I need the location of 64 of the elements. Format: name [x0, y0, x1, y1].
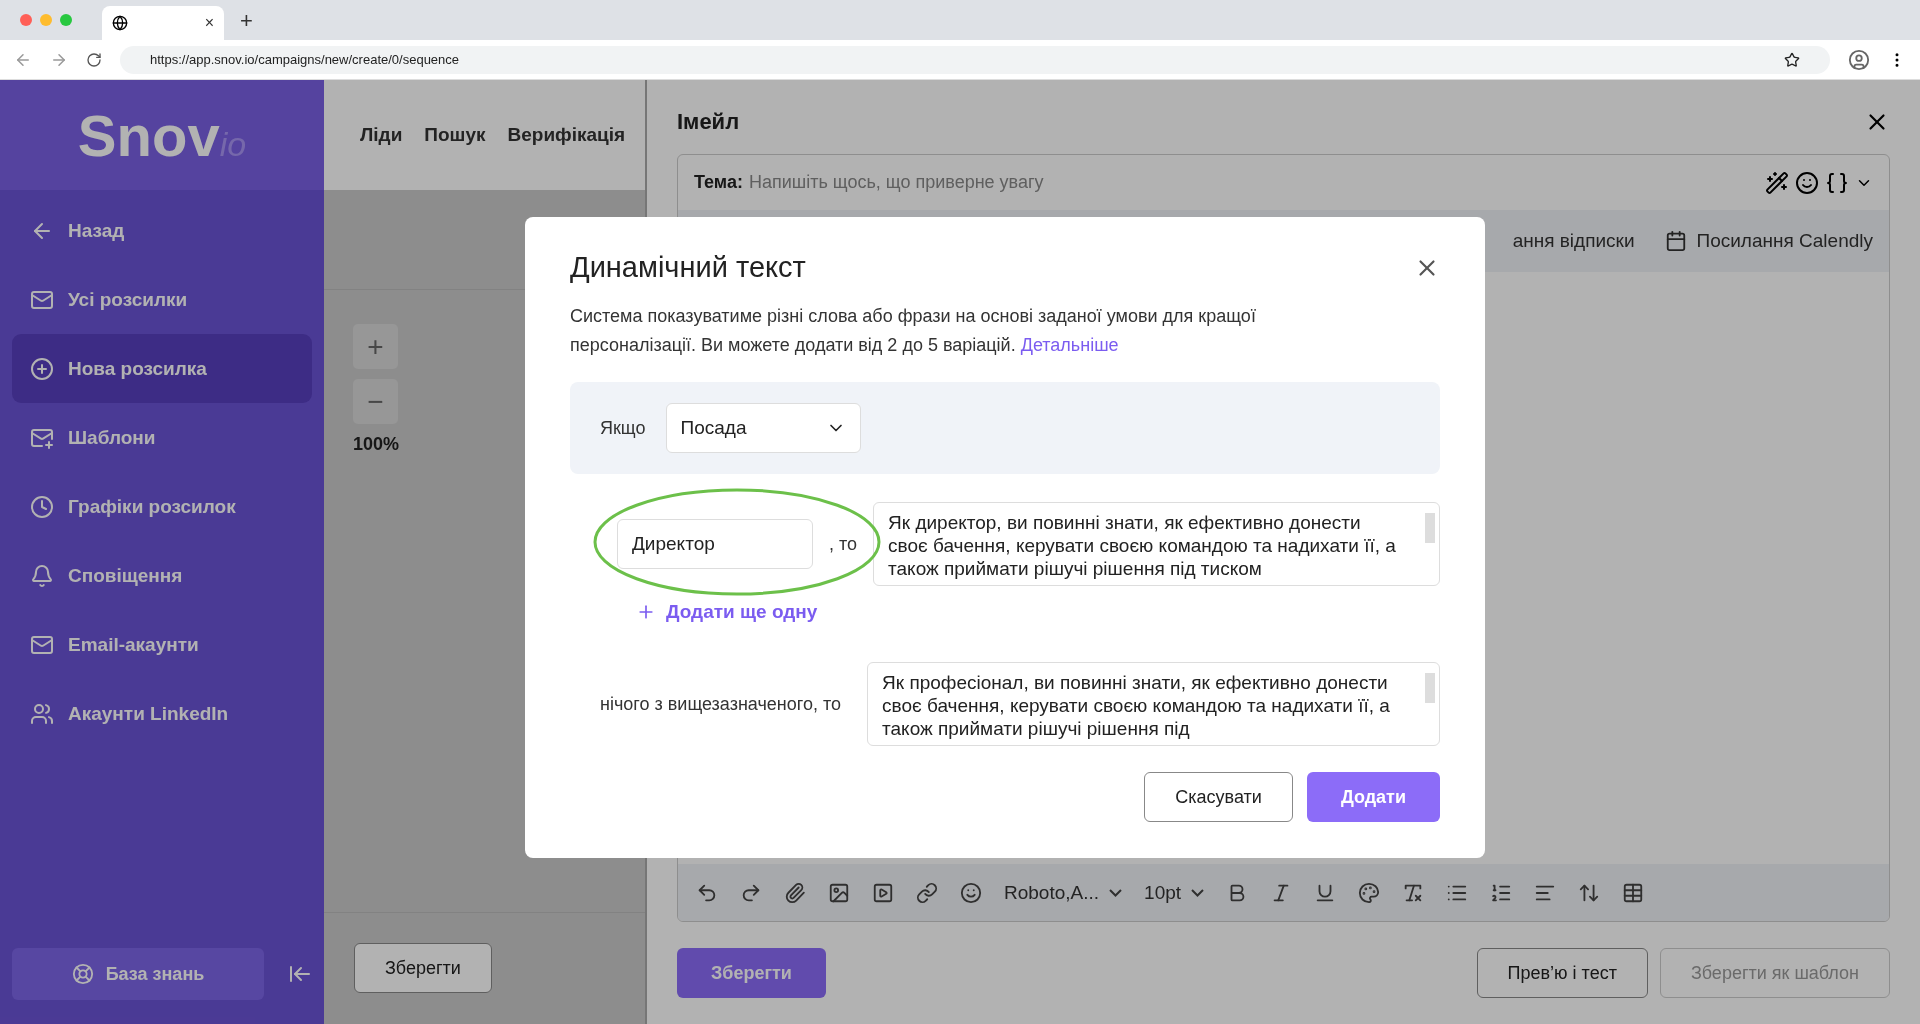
- knowledge-base-button[interactable]: База знань: [12, 948, 264, 1000]
- condition-label: Якщо: [600, 417, 646, 439]
- close-dot-icon: [20, 14, 32, 26]
- sidebar-item[interactable]: Сповіщення: [12, 541, 312, 610]
- bell-icon: [30, 563, 54, 588]
- condition-select[interactable]: Посада: [665, 403, 861, 453]
- chevron-down-icon: [1191, 888, 1205, 897]
- subject-label: Тема:: [694, 172, 743, 193]
- variant-input[interactable]: Директор: [617, 519, 813, 569]
- preview-button[interactable]: Прев’ю і тест: [1476, 948, 1648, 998]
- nav-link[interactable]: Ліди: [360, 124, 403, 146]
- maximize-dot-icon: [60, 14, 72, 26]
- url-text: https://app.snov.io/campaigns/new/create/0/sequence: [150, 52, 460, 67]
- sidebar-item[interactable]: Акаунти LinkedIn: [12, 679, 312, 748]
- sidebar-item[interactable]: Email-акаунти: [12, 610, 312, 679]
- fallback-label: нічого з вищезазначеного, то: [600, 693, 842, 715]
- table-icon[interactable]: [1622, 881, 1645, 904]
- link-icon[interactable]: [916, 881, 938, 904]
- emoji-icon[interactable]: [1795, 170, 1819, 195]
- sidebar-item[interactable]: Нова розсилка: [12, 334, 312, 403]
- users-icon: [30, 701, 54, 726]
- font-select[interactable]: Roboto,A...: [1004, 881, 1123, 904]
- image-icon[interactable]: [828, 881, 850, 904]
- paperclip-icon[interactable]: [784, 881, 806, 904]
- profile-icon[interactable]: [1848, 48, 1870, 71]
- sidebar-item[interactable]: Назад: [12, 196, 312, 265]
- browser-tab[interactable]: ×: [102, 6, 224, 40]
- add-variant-button[interactable]: Додати ще одну: [630, 600, 824, 624]
- globe-icon: [112, 15, 128, 31]
- bookmark-star-icon[interactable]: [1784, 51, 1800, 68]
- magic-wand-icon[interactable]: [1765, 170, 1789, 195]
- tab-close-button[interactable]: ×: [204, 14, 214, 32]
- lifebuoy-icon: [71, 963, 94, 985]
- calendly-link-button[interactable]: Посилання Calendly: [1664, 230, 1873, 252]
- unsubscribe-link-button[interactable]: ання відписки: [1512, 230, 1635, 252]
- plus-circle-icon: [30, 356, 54, 381]
- nav-link[interactable]: Верифікація: [507, 124, 626, 146]
- add-button[interactable]: Додати: [1306, 772, 1440, 822]
- chevron-down-icon: [1109, 888, 1123, 897]
- clock-icon: [30, 494, 54, 519]
- fallback-text-area[interactable]: Як професіонал, ви повинні знати, як ефективно донести своє бачення, керувати своєю командою та надихати її, а також приймати рішучі рішення під: [867, 662, 1440, 746]
- nav-link[interactable]: Пошук: [424, 124, 486, 146]
- cancel-button[interactable]: Скасувати: [1144, 772, 1293, 822]
- address-bar[interactable]: https://app.snov.io/campaigns/new/create/0/sequence: [120, 45, 1830, 74]
- details-link[interactable]: Детальніше: [1020, 335, 1119, 355]
- braces-icon[interactable]: [1825, 170, 1849, 195]
- calendar-icon: [1664, 230, 1687, 252]
- zoom-level: 100%: [353, 434, 398, 455]
- then-label: , то: [829, 533, 858, 555]
- palette-icon[interactable]: [1358, 881, 1381, 904]
- save-button[interactable]: Зберегти: [354, 943, 492, 993]
- font-size-select[interactable]: 10pt: [1144, 881, 1205, 904]
- sidebar-item[interactable]: Графіки розсилок: [12, 472, 312, 541]
- new-tab-button[interactable]: +: [240, 8, 253, 34]
- variant-text-area[interactable]: Як директор, ви повинні знати, як ефективно донести своє бачення, керувати своєю командою та надихати її, а також приймати рішучі рішення під тиском: [873, 502, 1440, 586]
- minimize-dot-icon: [40, 14, 52, 26]
- dialog-title: Динамічний текст: [570, 251, 806, 284]
- sidebar-item[interactable]: Усі розсилки: [12, 265, 312, 334]
- dialog-description: Система показуватиме різні слова або фрази на основі заданої умови для кращої персоналізації. Ви можете додати від 2 до 5 варіацій. Детальніше: [570, 305, 1257, 357]
- video-icon[interactable]: [872, 881, 894, 904]
- panel-title: Імейл: [677, 109, 740, 135]
- sidebar-item[interactable]: Шаблони: [12, 403, 312, 472]
- emoji-icon[interactable]: [960, 881, 982, 904]
- reload-icon[interactable]: [86, 51, 102, 68]
